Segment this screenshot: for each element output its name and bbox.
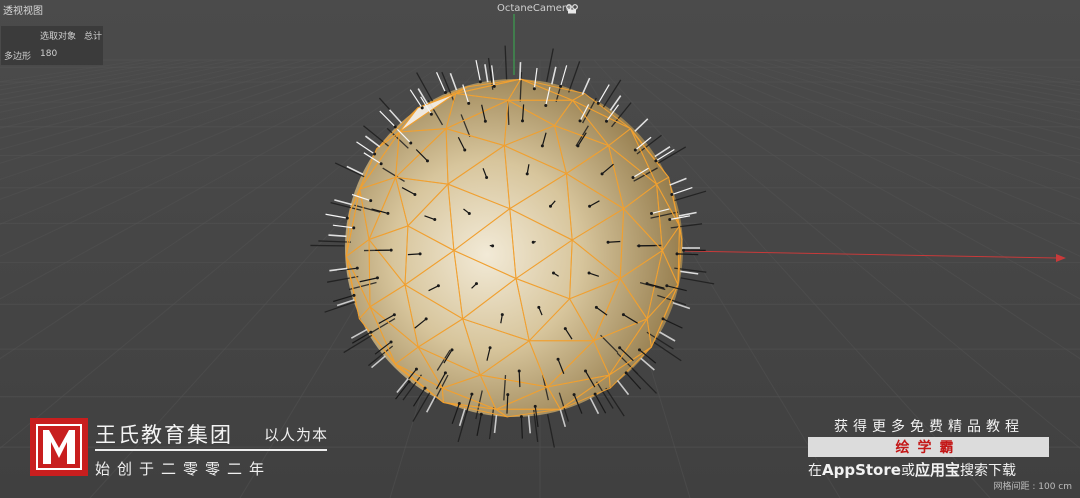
grid-distance-readout: 网格间距 : 100 cm [993,482,1072,492]
promo-store-yyb: 应用宝 [914,461,960,479]
promo-download-line: 在AppStore或应用宝搜索下载 [808,459,1053,480]
polygon-stats-panel: 选取对象 总计 多边形 180 [1,26,103,65]
watermark-org-name: 王氏教育集团 [95,423,233,447]
stats-header-total: 总计 [84,32,103,42]
w-logo-icon [30,418,88,476]
geodesic-sphere[interactable] [310,45,715,448]
promo-brand: 绘学霸 [895,440,962,456]
viewport-title[interactable]: 透视视图 [3,2,43,17]
promo-suffix: 搜索下载 [959,463,1016,479]
promo-brand-box: 绘学霸 [808,437,1049,457]
stats-row-value: 180 [40,49,58,59]
x-axis [683,250,1059,259]
stats-row-label: 多边形 [4,52,32,62]
x-axis-arrowhead [1056,254,1066,262]
camera-icon[interactable] [566,4,578,14]
viewport[interactable]: 透视视图 OctaneCamera 选取对象 总计 多边形 180 网格间距 :… [0,0,1080,498]
watermark-slogan: 以人为本 [264,426,329,444]
promo-or: 或 [900,463,915,479]
watermark-founded: 始创于二零零二年 [95,460,272,478]
watermark-divider [95,449,327,451]
camera-label[interactable]: OctaneCamera [497,3,572,14]
stats-header-selected: 选取对象 [40,32,77,42]
promo-store-appstore: AppStore [822,461,901,479]
promo-prefix: 在 [808,463,822,479]
promo-title: 获得更多免费精品教程 [834,419,1024,435]
